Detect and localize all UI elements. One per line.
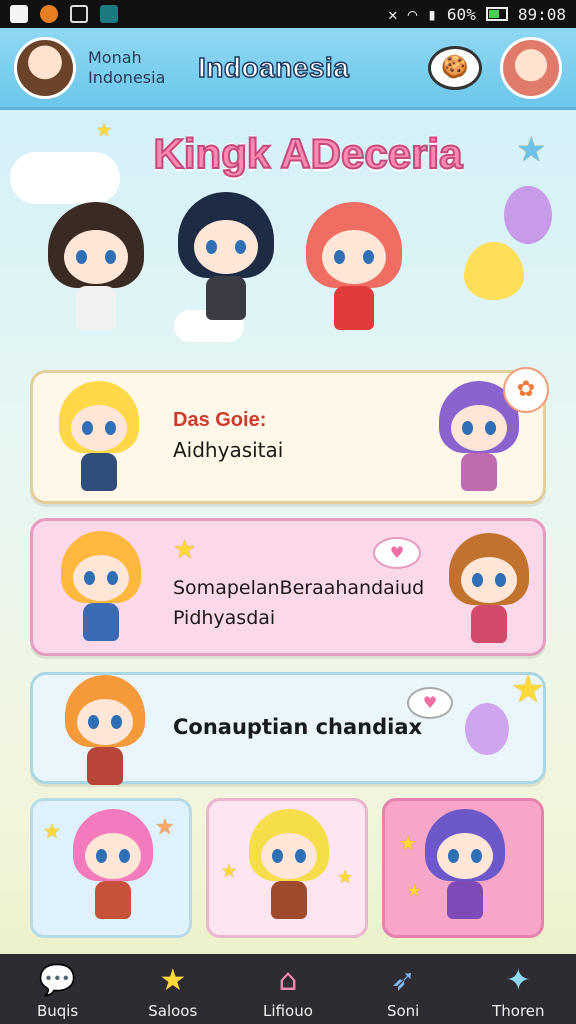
profile-avatar[interactable]: [14, 36, 76, 99]
nav-label: Lifiouo: [263, 1002, 313, 1020]
character-pink-hair: [67, 809, 159, 927]
page-title: Indoanesia: [197, 51, 350, 84]
card-1-body: Aidhyasitai: [173, 438, 284, 462]
star-icon: ★: [155, 815, 175, 840]
heart-balloon-icon: [464, 242, 524, 300]
star-icon: ★: [337, 867, 354, 888]
signal-icon: ▮: [427, 4, 437, 24]
card-3-body: Conauptian chandiax: [173, 715, 423, 739]
star-face-icon: ★: [511, 667, 546, 711]
card-3-text: Conauptian chandiax: [173, 715, 422, 739]
nav-label: Thoren: [492, 1002, 545, 1020]
nav-label: Saloos: [148, 1002, 198, 1020]
nav-item-soni[interactable]: ➶ Soni: [353, 960, 453, 1021]
nav-item-saloos[interactable]: ★ Saloos: [123, 960, 223, 1021]
star-icon: ★: [407, 881, 422, 900]
star-icon: ★: [516, 130, 547, 170]
star-icon: ★: [399, 831, 417, 855]
home-icon: ⌂: [278, 962, 298, 998]
status-right: ✕ ◠ ▮ 60% 89:08: [388, 5, 566, 24]
wifi-icon: ◠: [407, 4, 418, 24]
card-1-text: Das Goie: Aidhyasitai: [173, 409, 283, 462]
header-subtitle: Monah Indonesia: [88, 47, 166, 87]
character-violet-hair: [419, 809, 511, 927]
status-bar: ✕ ◠ ▮ 60% 89:08: [0, 0, 576, 28]
card-2-body-line2: Pidhyasdai: [173, 607, 276, 629]
app-notification-icon: [10, 5, 28, 23]
status-left-icons: [10, 5, 118, 23]
character-navy-hair: [172, 192, 280, 332]
store-icon: [100, 5, 118, 23]
paw-bubble-icon: ✿: [503, 367, 549, 413]
purple-balloon-icon: [465, 703, 509, 755]
cloud-decoration: [10, 152, 120, 204]
character-ginger-hair: [59, 675, 151, 793]
character-yellow-hair: [243, 809, 335, 927]
friend-avatar[interactable]: [500, 36, 562, 99]
character-orange-hair: [55, 531, 147, 649]
sparkle-icon: ✦: [505, 962, 531, 998]
app-header: Monah Indonesia Indoanesia 🍪: [0, 28, 576, 110]
character-tile-3[interactable]: ★ ★: [382, 798, 544, 938]
feature-card-2[interactable]: ★ SomapelanBeraahandaiud Pidhyasdai ♥: [30, 518, 546, 656]
chat-bubble-icon[interactable]: 🍪: [428, 45, 482, 90]
character-blonde: [53, 381, 145, 499]
nav-item-thoren[interactable]: ✦ Thoren: [468, 960, 568, 1021]
record-icon: [40, 5, 58, 23]
heart-bubble-icon: ♥: [373, 537, 421, 569]
clock: 89:08: [517, 4, 566, 24]
nav-label: Buqis: [36, 1002, 79, 1020]
character-tile-2[interactable]: ★ ★: [206, 798, 368, 938]
chat-bubble-icon: 💬: [38, 962, 77, 998]
star-icon: ★: [96, 120, 113, 141]
banner-title: Kingk ADeceria: [153, 129, 464, 178]
nav-label: Soni: [386, 1002, 420, 1020]
card-2-body-line1: SomapelanBeraahandaiud: [173, 577, 425, 599]
character-auburn-hair: [443, 533, 535, 651]
purple-balloon-icon: [504, 186, 552, 244]
nav-item-buqis[interactable]: 💬 Buqis: [8, 960, 108, 1021]
star-icon: ★: [159, 962, 187, 998]
bottom-navigation: 💬 Buqis ★ Saloos ⌂ Lifiouo ➶ Soni ✦ Thor…: [0, 954, 576, 1024]
star-icon: ★: [43, 819, 61, 843]
mute-icon: ✕: [388, 4, 398, 24]
card-1-heading: Das Goie:: [173, 409, 267, 431]
rocket-icon: ➶: [390, 962, 416, 998]
character-tile-1[interactable]: ★ ★: [30, 798, 192, 938]
card-2-text: SomapelanBeraahandaiud Pidhyasdai: [173, 573, 424, 633]
feature-card-1[interactable]: Das Goie: Aidhyasitai ✿: [30, 367, 549, 504]
battery-icon: [485, 7, 508, 21]
cookie-icon: 🍪: [441, 55, 469, 80]
character-red-hair: [300, 202, 408, 342]
nav-item-lifiouo[interactable]: ⌂ Lifiouo: [238, 960, 338, 1021]
star-icon: ★: [173, 535, 197, 565]
gallery-icon: [70, 5, 88, 23]
heart-bubble-icon: ♥: [407, 687, 453, 719]
star-icon: ★: [221, 861, 238, 882]
feature-card-3[interactable]: Conauptian chandiax ♥ ★: [30, 667, 546, 785]
character-brown-hair: [42, 202, 150, 342]
battery-percent: 60%: [446, 4, 476, 24]
hero-banner: Kingk ADeceria ★ ★: [10, 118, 552, 356]
